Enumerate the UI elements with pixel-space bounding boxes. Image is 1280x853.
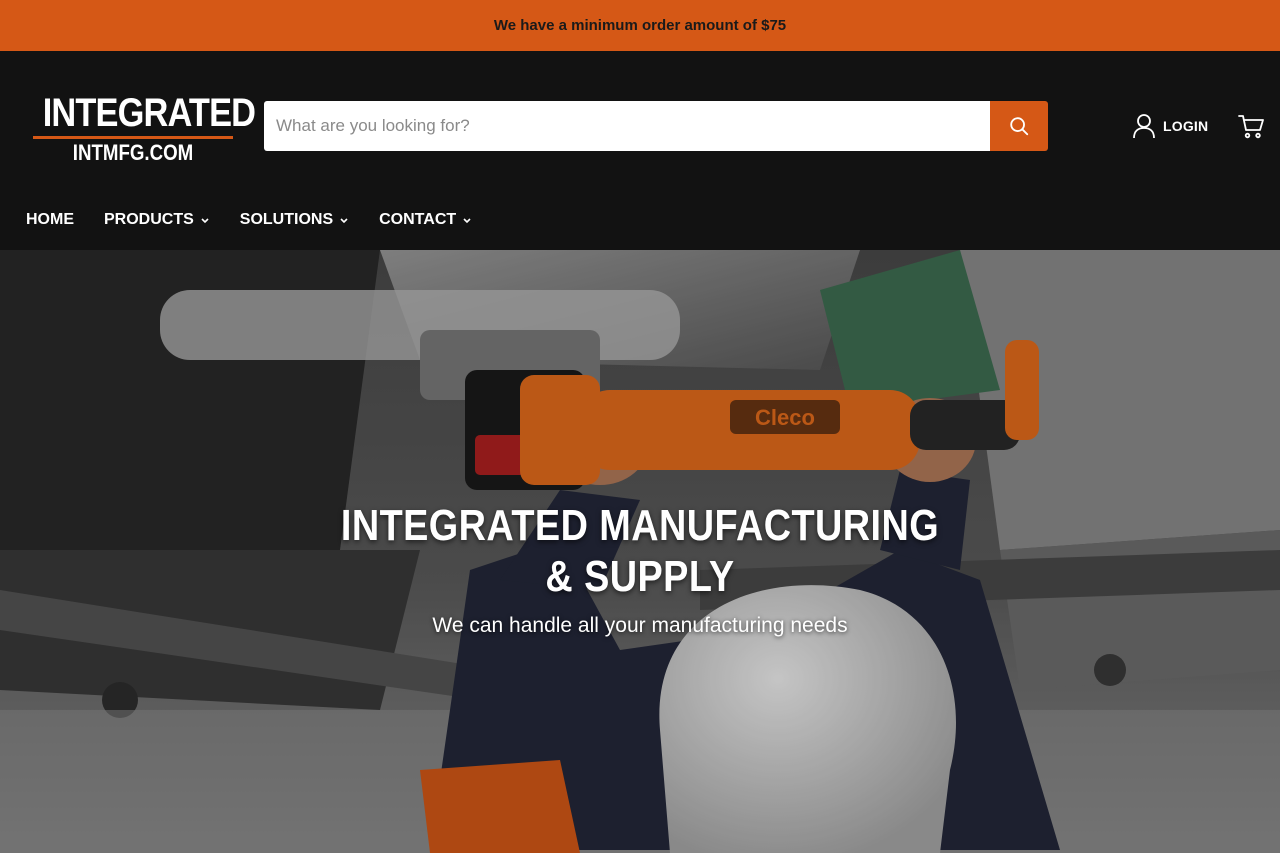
main-nav: HOME PRODUCTS SOLUTIONS CONTACT — [26, 210, 502, 230]
announcement-text: We have a minimum order amount of $75 — [493, 17, 787, 34]
chevron-down-icon — [201, 218, 209, 224]
logo-wordmark: INTEGRATED — [42, 91, 256, 135]
search-input[interactable] — [264, 101, 990, 151]
brand-logo[interactable]: INTEGRATED INTMFG.COM — [28, 91, 256, 171]
nav-item-label: PRODUCTS — [104, 211, 194, 228]
user-icon — [1133, 114, 1155, 139]
hero-banner: Cleco INTEGRATED MANUFACTURING & SUPPLY … — [0, 250, 1280, 853]
chevron-down-icon — [340, 218, 348, 224]
login-link[interactable]: LOGIN — [1132, 113, 1208, 139]
search-form — [264, 101, 1048, 151]
nav-item-products[interactable]: PRODUCTS — [104, 211, 210, 229]
nav-item-home[interactable]: HOME — [26, 211, 74, 229]
chevron-down-icon — [463, 218, 471, 224]
nav-item-contact[interactable]: CONTACT — [379, 211, 472, 229]
search-icon — [1010, 117, 1029, 136]
login-label: LOGIN — [1163, 118, 1209, 134]
hero-title: INTEGRATED MANUFACTURING & SUPPLY — [340, 501, 940, 601]
announcement-bar: We have a minimum order amount of $75 — [0, 0, 1280, 51]
hero-subtitle: We can handle all your manufacturing nee… — [432, 614, 848, 637]
site-header: INTEGRATED INTMFG.COM LOGIN HOME — [0, 51, 1280, 250]
nav-item-label: HOME — [26, 211, 74, 228]
cart-icon — [1238, 115, 1264, 139]
cart-button[interactable] — [1236, 111, 1266, 141]
nav-item-solutions[interactable]: SOLUTIONS — [240, 211, 349, 229]
nav-item-label: CONTACT — [379, 211, 457, 228]
logo-domain: INTMFG.COM — [72, 140, 194, 165]
search-button[interactable] — [990, 101, 1048, 151]
nav-item-label: SOLUTIONS — [239, 211, 334, 228]
